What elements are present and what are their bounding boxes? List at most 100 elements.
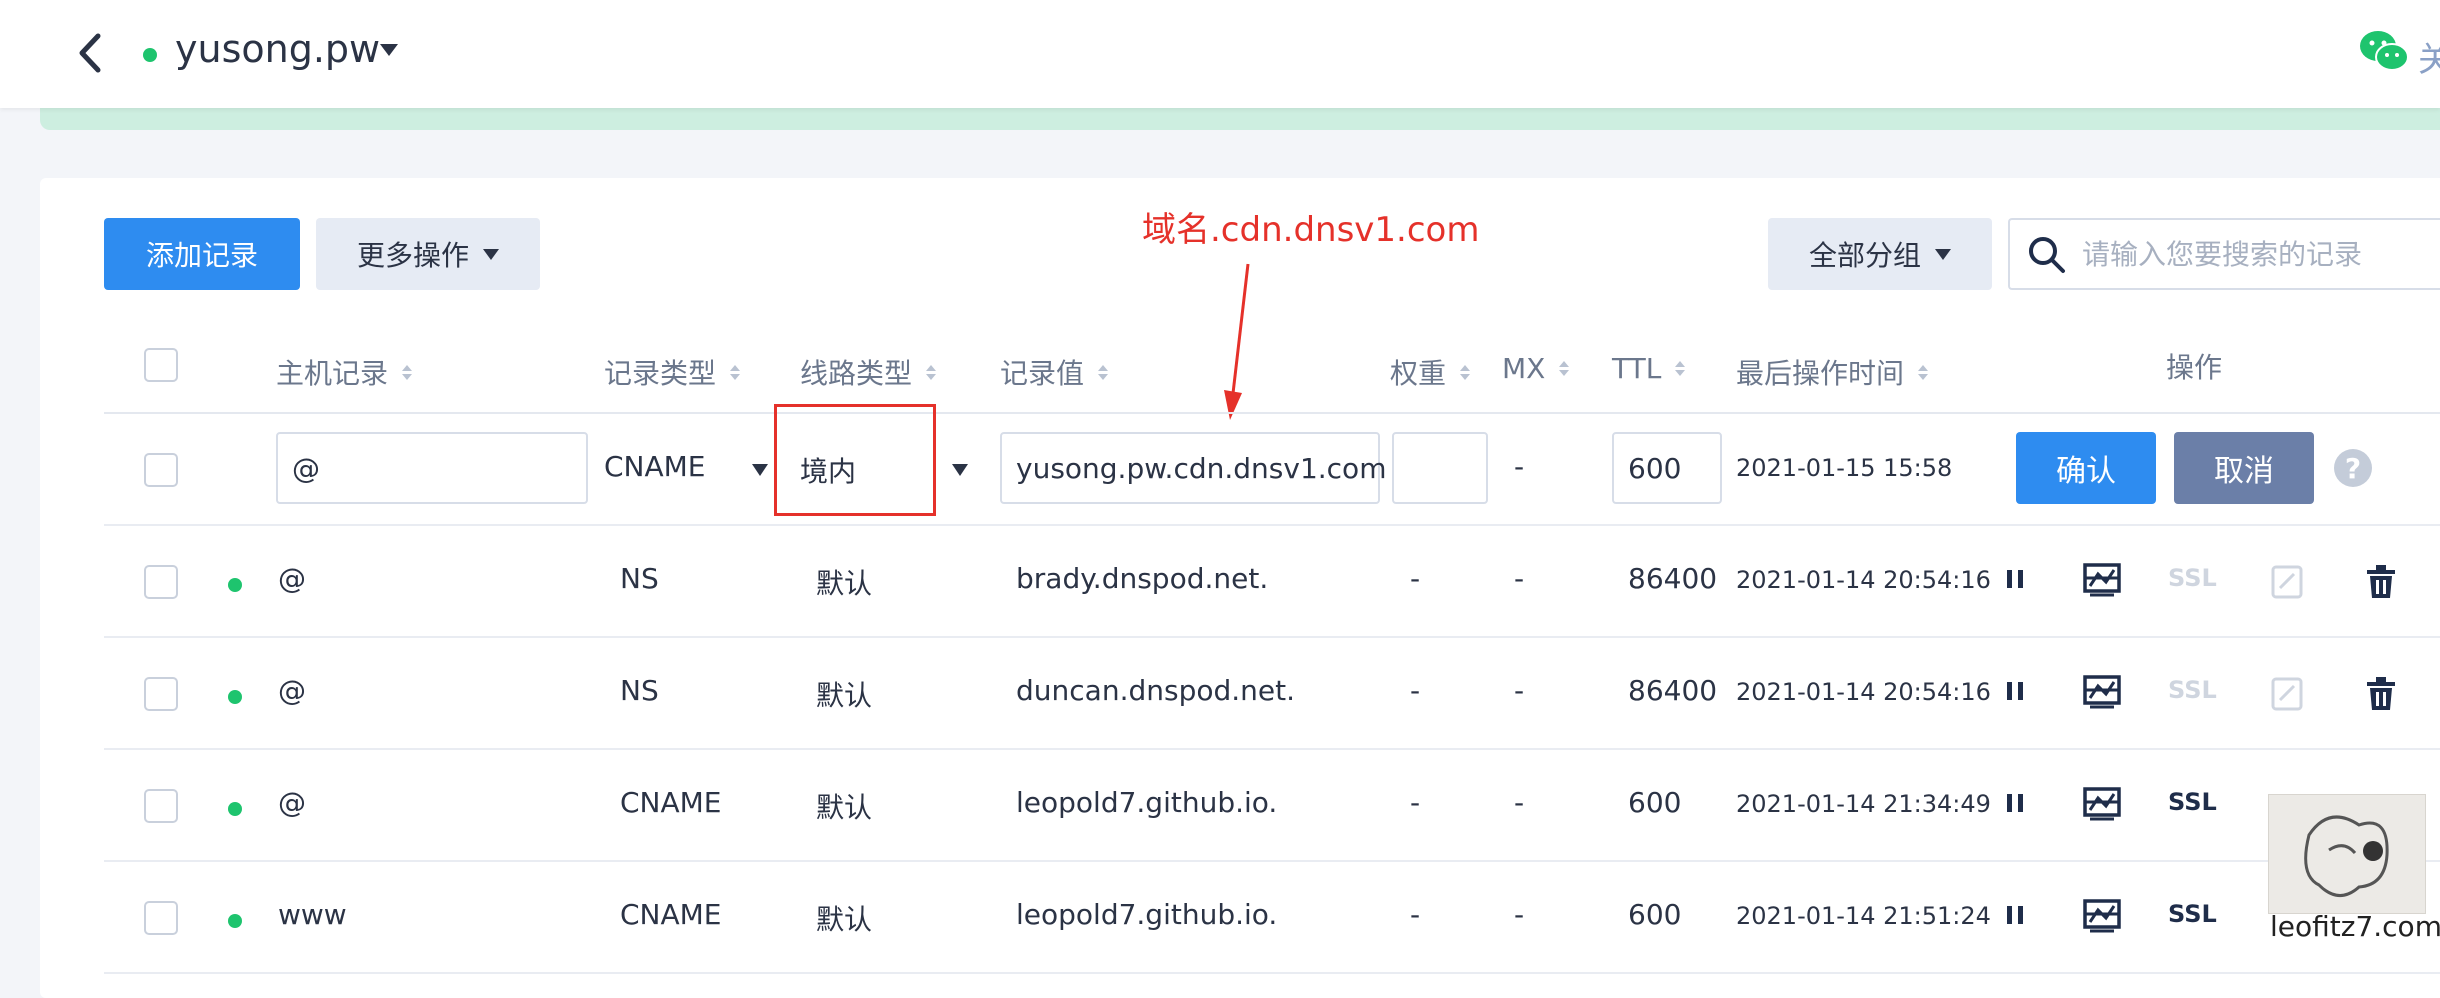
weight-input[interactable]	[1392, 432, 1488, 504]
pause-icon[interactable]	[2004, 676, 2026, 710]
table-row: www CNAME 默认 leopold7.github.io. - - 600 2021-0…	[104, 862, 2440, 974]
column-mx[interactable]: MX	[1502, 352, 1570, 385]
value-text: duncan.dnspod.net.	[1016, 674, 1296, 707]
chevron-down-icon[interactable]	[952, 464, 968, 476]
pause-icon[interactable]	[2004, 788, 2026, 822]
row-checkbox[interactable]	[144, 453, 178, 487]
annotation-text: 域名.cdn.dnsv1.com	[1142, 210, 1480, 250]
ssl-icon[interactable]: SSL	[2168, 788, 2217, 816]
edit-icon[interactable]	[2270, 564, 2304, 604]
time-value: 2021-01-14 20:54:16	[1736, 566, 1991, 594]
search-icon	[2029, 237, 2065, 273]
host-input[interactable]: @	[276, 432, 588, 504]
monitor-icon[interactable]	[2082, 786, 2122, 826]
pause-icon[interactable]	[2004, 564, 2026, 598]
ttl-input[interactable]: 600	[1612, 432, 1722, 504]
trash-icon[interactable]	[2364, 564, 2398, 604]
sort-icon[interactable]	[1098, 364, 1109, 380]
sort-icon[interactable]	[1675, 361, 1686, 376]
more-actions-button[interactable]: 更多操作	[316, 218, 540, 290]
time-value: 2021-01-15 15:58	[1736, 454, 1953, 482]
table-row: @ CNAME 默认 leopold7.github.io. - - 600 2021-01-…	[104, 750, 2440, 862]
mx-value: -	[1514, 898, 1525, 931]
row-checkbox[interactable]	[144, 789, 178, 823]
line-value: 默认	[816, 791, 873, 824]
type-value: CNAME	[620, 898, 722, 931]
ssl-icon[interactable]: SSL	[2168, 900, 2217, 928]
highlight-box	[774, 404, 936, 516]
weight-value: -	[1410, 674, 1421, 707]
table-header: 主机记录 记录类型 线路类型 记录值 权重 MX TTL 最后操作时间 操作	[104, 330, 2440, 414]
watermark-text: leofitz7.com	[2270, 910, 2440, 943]
row-checkbox[interactable]	[144, 901, 178, 935]
column-line[interactable]: 线路类型	[800, 352, 937, 392]
back-arrow-icon[interactable]	[70, 28, 110, 78]
column-type-label: 记录类型	[604, 357, 717, 390]
weight-value: -	[1410, 786, 1421, 819]
column-value-label: 记录值	[1000, 357, 1085, 390]
ssl-icon[interactable]: SSL	[2168, 564, 2217, 592]
domain-selector[interactable]: yusong.pw	[175, 27, 380, 71]
help-icon[interactable]: ?	[2334, 449, 2372, 487]
host-value: @	[278, 786, 306, 819]
ssl-icon[interactable]: SSL	[2168, 676, 2217, 704]
sort-icon[interactable]	[1559, 361, 1570, 376]
group-filter-button[interactable]: 全部分组	[1768, 218, 1992, 290]
column-weight-label: 权重	[1390, 357, 1447, 390]
table-row: @ NS 默认 duncan.dnspod.net. - - 86400 2021-01-14…	[104, 638, 2440, 750]
top-bar: yusong.pw 关	[0, 0, 2440, 108]
select-all-checkbox[interactable]	[144, 348, 178, 382]
value-input[interactable]: yusong.pw.cdn.dnsv1.com	[1000, 432, 1386, 504]
table-row: @ NS 默认 brady.dnspod.net. - - 86400 2021-01-14 …	[104, 526, 2440, 638]
ttl-value: 600	[1628, 898, 1682, 931]
row-checkbox[interactable]	[144, 565, 178, 599]
monitor-icon[interactable]	[2082, 898, 2122, 938]
trash-icon[interactable]	[2364, 676, 2398, 716]
sort-icon[interactable]	[1918, 364, 1929, 380]
pause-icon[interactable]	[2004, 900, 2026, 934]
type-select[interactable]: CNAME	[604, 450, 706, 483]
cancel-button[interactable]: 取消	[2174, 432, 2314, 504]
column-time-label: 最后操作时间	[1736, 357, 1905, 390]
time-value: 2021-01-14 21:51:24	[1736, 902, 1991, 930]
column-line-label: 线路类型	[800, 357, 913, 390]
time-value: 2021-01-14 20:54:16	[1736, 678, 1991, 706]
time-value: 2021-01-14 21:34:49	[1736, 790, 1991, 818]
weight-value: -	[1410, 898, 1421, 931]
type-value: CNAME	[620, 786, 722, 819]
column-time[interactable]: 最后操作时间	[1736, 352, 1929, 392]
edit-icon[interactable]	[2270, 676, 2304, 716]
wechat-label[interactable]: 关	[2418, 32, 2440, 81]
line-value: 默认	[816, 903, 873, 936]
value-text: brady.dnspod.net.	[1016, 562, 1269, 595]
chevron-down-icon	[1935, 248, 1951, 260]
chevron-down-icon[interactable]	[380, 44, 398, 56]
column-type[interactable]: 记录类型	[604, 352, 741, 392]
wechat-icon[interactable]	[2358, 28, 2410, 74]
value-text: leopold7.github.io.	[1016, 786, 1278, 819]
more-actions-label: 更多操作	[356, 239, 469, 272]
row-checkbox[interactable]	[144, 677, 178, 711]
column-value[interactable]: 记录值	[1000, 352, 1109, 392]
type-value: NS	[620, 674, 659, 707]
add-record-button[interactable]: 添加记录	[104, 218, 300, 290]
monitor-icon[interactable]	[2082, 674, 2122, 714]
column-weight[interactable]: 权重	[1390, 352, 1471, 392]
chevron-down-icon[interactable]	[752, 464, 768, 476]
sort-icon[interactable]	[1460, 364, 1471, 380]
sort-icon[interactable]	[730, 364, 741, 380]
group-filter-label: 全部分组	[1808, 239, 1921, 272]
sort-icon[interactable]	[926, 364, 937, 380]
status-dot	[228, 690, 242, 704]
column-host[interactable]: 主机记录	[276, 352, 413, 392]
line-value: 默认	[816, 567, 873, 600]
confirm-button[interactable]: 确认	[2016, 432, 2156, 504]
domain-status-dot	[143, 48, 157, 62]
search-input[interactable]	[2082, 232, 2432, 276]
monitor-icon[interactable]	[2082, 562, 2122, 602]
column-ttl[interactable]: TTL	[1612, 352, 1686, 385]
column-ops-label: 操作	[2166, 351, 2223, 384]
sort-icon[interactable]	[402, 364, 413, 380]
type-value: NS	[620, 562, 659, 595]
watermark-logo	[2268, 794, 2426, 914]
